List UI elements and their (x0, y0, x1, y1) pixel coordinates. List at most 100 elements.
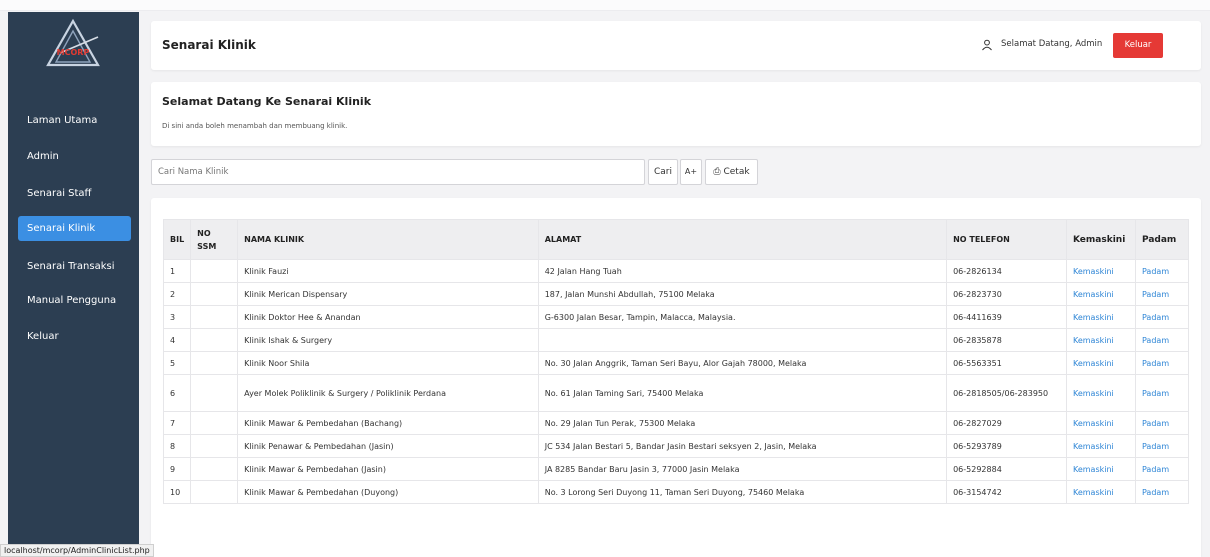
sidebar-item-senarai-transaksi[interactable]: Senarai Transaksi (18, 254, 131, 279)
cell-alamat (537, 328, 948, 352)
cell-ssm (190, 328, 239, 352)
cell-bil: 8 (162, 434, 192, 458)
cell-ssm (190, 259, 239, 283)
table-row: 6 Ayer Molek Poliklinik & Surgery / Poli… (162, 374, 1190, 412)
cell-alamat: G-6300 Jalan Besar, Tampin, Malacca, Mal… (537, 305, 948, 329)
table-row: 9 Klinik Mawar & Pembedahan (Jasin) JA 8… (162, 457, 1190, 481)
col-header-padam: Padam (1134, 219, 1190, 260)
cell-alamat: JC 534 Jalan Bestari 5, Bandar Jasin Bes… (537, 434, 948, 458)
cell-bil: 10 (162, 480, 192, 504)
cell-alamat: No. 3 Lorong Seri Duyong 11, Taman Seri … (537, 480, 948, 504)
table-row: 7 Klinik Mawar & Pembedahan (Bachang) No… (162, 411, 1190, 435)
clinic-table: BIL NO SSM NAMA KLINIK ALAMAT NO TELEFON… (162, 219, 1190, 504)
search-input[interactable] (151, 159, 645, 185)
cell-nama: Klinik Noor Shila (237, 351, 539, 375)
cell-ssm (190, 457, 239, 481)
cell-telefon: 06-5563351 (946, 351, 1067, 375)
sidebar-item-admin[interactable]: Admin (18, 144, 131, 169)
edit-link[interactable]: Kemaskini (1065, 457, 1136, 481)
logout-button[interactable]: Keluar (1113, 33, 1163, 58)
cell-alamat: 42 Jalan Hang Tuah (537, 259, 948, 283)
cell-nama: Klinik Mawar & Pembedahan (Jasin) (237, 457, 539, 481)
cell-telefon: 06-2826134 (946, 259, 1067, 283)
delete-link[interactable]: Padam (1134, 328, 1190, 352)
cell-nama: Ayer Molek Poliklinik & Surgery / Polikl… (237, 374, 539, 412)
delete-link[interactable]: Padam (1134, 305, 1190, 329)
col-header-bil: BIL (162, 219, 192, 260)
cell-alamat: JA 8285 Bandar Baru Jasin 3, 77000 Jasin… (537, 457, 948, 481)
cell-ssm (190, 282, 239, 306)
col-header-kemaskini: Kemaskini (1065, 219, 1136, 260)
cell-nama: Klinik Fauzi (237, 259, 539, 283)
delete-link[interactable]: Padam (1134, 457, 1190, 481)
delete-link[interactable]: Padam (1134, 282, 1190, 306)
page-title: Senarai Klinik (162, 38, 256, 52)
print-button[interactable]: ⎙ Cetak (705, 159, 758, 185)
cell-bil: 2 (162, 282, 192, 306)
cell-alamat: 187, Jalan Munshi Abdullah, 75100 Melaka (537, 282, 948, 306)
cell-bil: 4 (162, 328, 192, 352)
cell-nama: Klinik Doktor Hee & Anandan (237, 305, 539, 329)
delete-link[interactable]: Padam (1134, 434, 1190, 458)
search-button[interactable]: Cari (648, 159, 678, 185)
cell-nama: Klinik Ishak & Surgery (237, 328, 539, 352)
edit-link[interactable]: Kemaskini (1065, 259, 1136, 283)
cell-bil: 5 (162, 351, 192, 375)
table-row: 2 Klinik Merican Dispensary 187, Jalan M… (162, 282, 1190, 306)
logo-text: MCORP (57, 48, 90, 57)
col-header-ssm: NO SSM (190, 219, 239, 260)
edit-link[interactable]: Kemaskini (1065, 328, 1136, 352)
user-icon (982, 39, 992, 51)
cell-telefon: 06-2827029 (946, 411, 1067, 435)
col-header-nama: NAMA KLINIK (237, 219, 539, 260)
table-row: 10 Klinik Mawar & Pembedahan (Duyong) No… (162, 480, 1190, 504)
delete-link[interactable]: Padam (1134, 411, 1190, 435)
col-header-telefon: NO TELEFON (946, 219, 1067, 260)
mcorp-logo[interactable]: MCORP (40, 17, 106, 71)
sidebar-item-laman-utama[interactable]: Laman Utama (18, 108, 131, 133)
add-clinic-button[interactable]: A+ (680, 159, 702, 185)
sidebar-item-keluar[interactable]: Keluar (18, 324, 131, 349)
delete-link[interactable]: Padam (1134, 480, 1190, 504)
page: MCORP Laman Utama Admin Senarai Staff Se… (0, 0, 1210, 557)
table-row: 5 Klinik Noor Shila No. 30 Jalan Anggrik… (162, 351, 1190, 375)
cell-telefon: 06-3154742 (946, 480, 1067, 504)
edit-link[interactable]: Kemaskini (1065, 305, 1136, 329)
col-header-alamat: ALAMAT (537, 219, 948, 260)
edit-link[interactable]: Kemaskini (1065, 411, 1136, 435)
edit-link[interactable]: Kemaskini (1065, 351, 1136, 375)
status-bar-url: localhost/mcorp/AdminClinicList.php (0, 544, 154, 557)
cell-bil: 6 (162, 374, 192, 412)
cell-nama: Klinik Penawar & Pembedahan (Jasin) (237, 434, 539, 458)
delete-link[interactable]: Padam (1134, 259, 1190, 283)
delete-link[interactable]: Padam (1134, 351, 1190, 375)
cell-alamat: No. 29 Jalan Tun Perak, 75300 Melaka (537, 411, 948, 435)
cell-ssm (190, 351, 239, 375)
edit-link[interactable]: Kemaskini (1065, 282, 1136, 306)
header-card: Senarai Klinik Selamat Datang, Admin Kel… (151, 21, 1201, 70)
cell-ssm (190, 305, 239, 329)
cell-alamat: No. 30 Jalan Anggrik, Taman Seri Bayu, A… (537, 351, 948, 375)
delete-link[interactable]: Padam (1134, 374, 1190, 412)
cell-nama: Klinik Mawar & Pembedahan (Duyong) (237, 480, 539, 504)
cell-bil: 9 (162, 457, 192, 481)
intro-title: Selamat Datang Ke Senarai Klinik (162, 95, 372, 108)
cell-ssm (190, 480, 239, 504)
edit-link[interactable]: Kemaskini (1065, 434, 1136, 458)
cell-ssm (190, 411, 239, 435)
cell-ssm (190, 374, 239, 412)
table-row: 3 Klinik Doktor Hee & Anandan G-6300 Jal… (162, 305, 1190, 329)
cell-bil: 7 (162, 411, 192, 435)
cell-telefon: 06-2818505/06-283950 (946, 374, 1067, 412)
sidebar-item-senarai-staff[interactable]: Senarai Staff (18, 181, 131, 206)
edit-link[interactable]: Kemaskini (1065, 374, 1136, 412)
edit-link[interactable]: Kemaskini (1065, 480, 1136, 504)
cell-nama: Klinik Merican Dispensary (237, 282, 539, 306)
sidebar-item-manual-pengguna[interactable]: Manual Pengguna (18, 288, 131, 313)
cell-nama: Klinik Mawar & Pembedahan (Bachang) (237, 411, 539, 435)
welcome-user-text: Selamat Datang, Admin (1001, 39, 1103, 49)
sidebar-item-senarai-klinik[interactable]: Senarai Klinik (18, 216, 131, 241)
intro-description: Di sini anda boleh menambah dan membuang… (162, 122, 348, 130)
cell-bil: 1 (162, 259, 192, 283)
sidebar: MCORP Laman Utama Admin Senarai Staff Se… (8, 12, 139, 557)
